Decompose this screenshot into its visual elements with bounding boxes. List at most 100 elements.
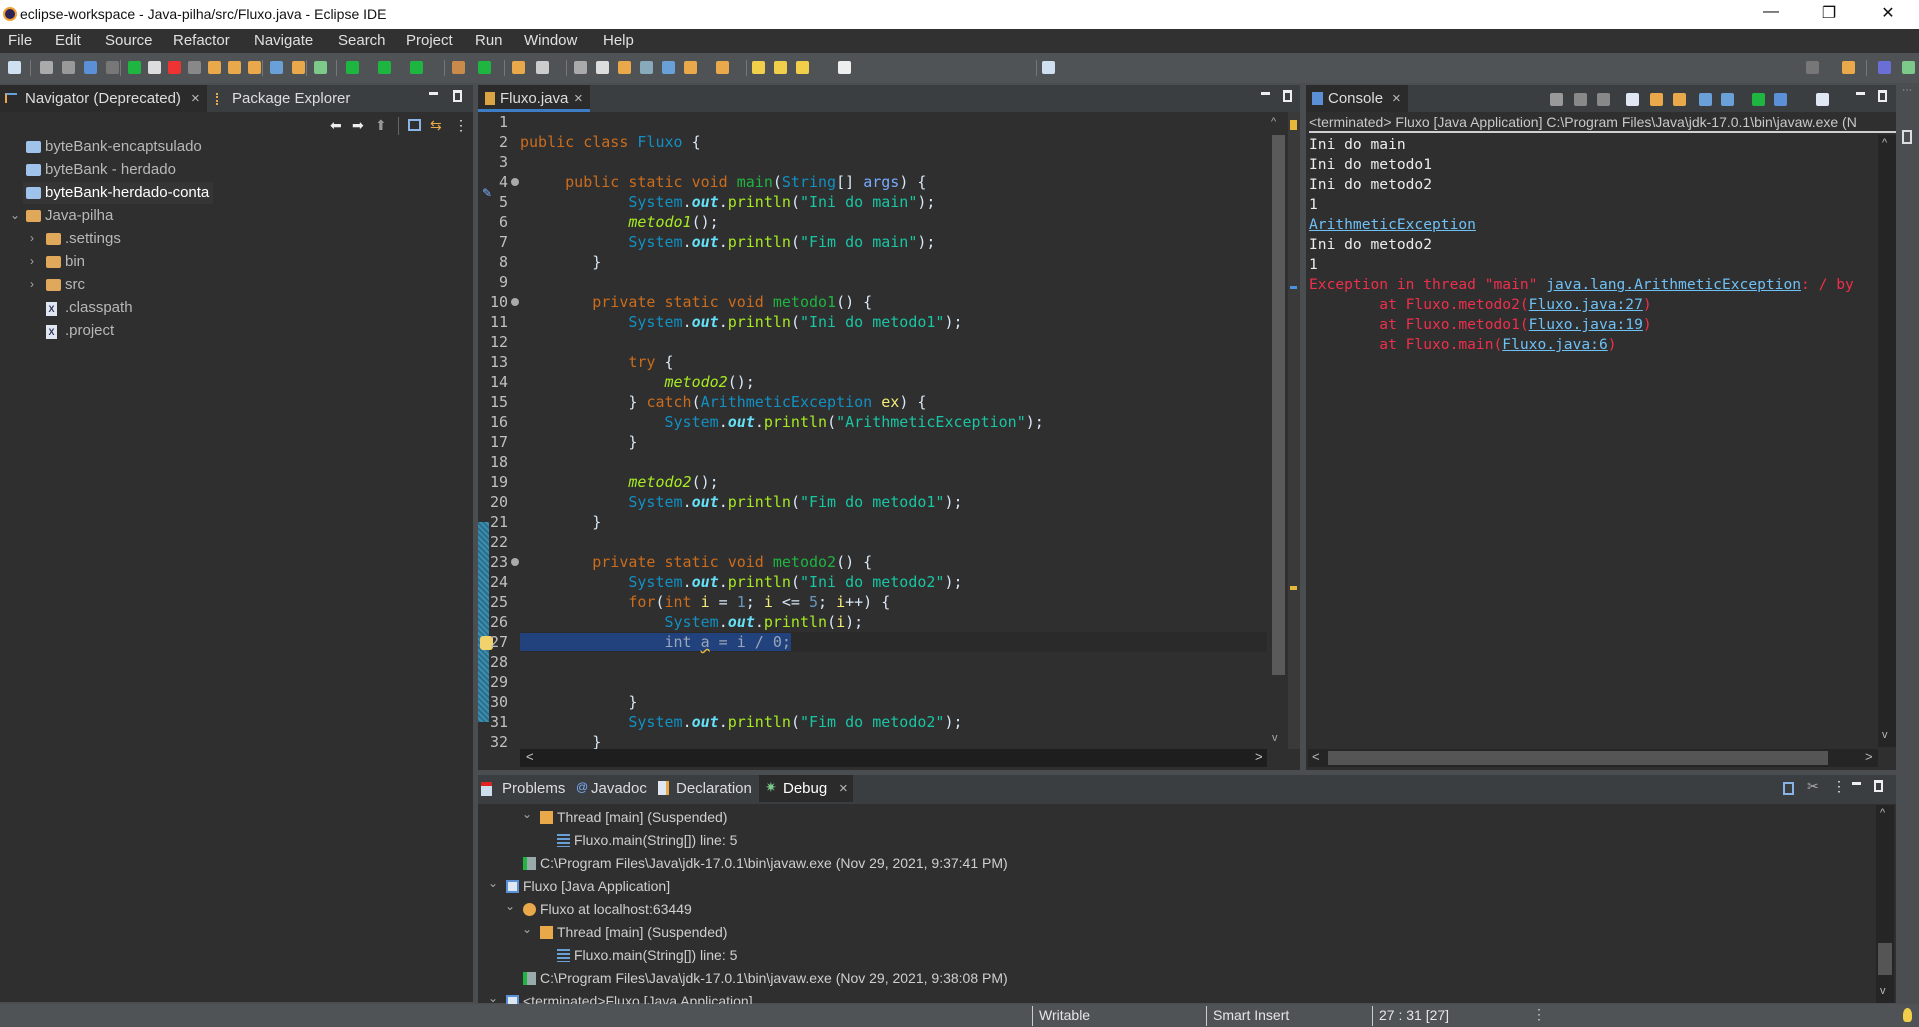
code-line[interactable]: System.out.println("Fim do main"); [520, 232, 1267, 252]
run-icon[interactable] [346, 61, 359, 74]
close-tab-icon[interactable]: × [574, 90, 583, 107]
scroll-down-icon[interactable]: v [1272, 732, 1278, 744]
breakpoint-marker[interactable] [1290, 286, 1297, 289]
console-line[interactable]: Ini do metodo2 [1309, 175, 1432, 195]
step-return-icon[interactable] [248, 61, 261, 74]
console-line[interactable]: at Fluxo.main(Fluxo.java:6) [1309, 335, 1616, 355]
code-line[interactable]: metodo2(); [520, 472, 1267, 492]
tab-javadoc[interactable]: @ Javadoc [573, 775, 653, 802]
code-line[interactable]: System.out.println("Ini do main"); [520, 192, 1267, 212]
chevron-right-icon[interactable]: › [30, 277, 34, 291]
code-line[interactable]: private static void metodo1() { [520, 292, 1267, 312]
link-with-editor-icon[interactable]: ⇆ [430, 117, 442, 134]
menu-source[interactable]: Source [105, 32, 153, 49]
scroll-up-icon[interactable]: ^ [1882, 137, 1887, 149]
toggle-highlight-icon[interactable] [596, 61, 609, 74]
maximize-editor-icon[interactable] [1283, 90, 1292, 102]
scroll-lock-icon[interactable] [1626, 93, 1639, 106]
new-java-class-icon[interactable] [478, 61, 491, 74]
debug-tree-row[interactable]: C:\Program Files\Java\jdk-17.0.1\bin\jav… [478, 852, 1868, 875]
pin-console-icon[interactable] [1752, 93, 1765, 106]
scroll-up-icon[interactable]: ^ [1271, 116, 1276, 128]
code-line[interactable]: private static void metodo2() { [520, 552, 1267, 572]
scroll-right-icon[interactable]: > [1865, 749, 1873, 764]
display-console-icon[interactable] [1774, 93, 1787, 106]
nav-item[interactable]: byteBank-herdado-conta [0, 182, 473, 204]
scroll-left-icon[interactable]: < [526, 749, 534, 764]
minimize-view-icon[interactable] [1852, 782, 1861, 785]
view-menu-icon[interactable]: ⋮ [1832, 778, 1846, 795]
menu-help[interactable]: Help [603, 32, 634, 49]
terminate-icon[interactable] [168, 61, 181, 74]
tab-console[interactable]: Console × [1306, 85, 1408, 112]
code-line[interactable]: metodo1(); [520, 212, 1267, 232]
code-area[interactable]: ✎ 1 2 public class Fluxo {3 4 public static… [478, 112, 1267, 749]
debug-tree-row[interactable]: ⌄ Thread [main] (Suspended) [478, 806, 1868, 829]
console-line[interactable]: Ini do metodo2 [1309, 235, 1432, 255]
chevron-down-icon[interactable]: ⌄ [505, 895, 515, 918]
tab-fluxo-java[interactable]: Fluxo.java × [478, 85, 590, 112]
console-line[interactable]: 1 [1309, 255, 1318, 275]
code-line[interactable] [520, 272, 1267, 292]
console-output[interactable]: Ini do main Ini do metodo1 Ini do metodo2 1… [1306, 135, 1876, 745]
back-icon[interactable]: ⬅ [330, 117, 342, 134]
console-line[interactable]: ArithmeticException [1309, 215, 1476, 235]
close-tab-icon[interactable]: × [839, 780, 848, 797]
remove-all-terminated-icon[interactable]: ✂ [1807, 778, 1819, 795]
console-horizontal-scrollbar[interactable]: < > [1308, 749, 1878, 767]
code-line[interactable]: System.out.println("Ini do metodo1"); [520, 312, 1267, 332]
minimize-button[interactable]: — [1756, 3, 1786, 25]
nav-item[interactable]: › bin [0, 251, 473, 273]
word-wrap-icon[interactable] [1650, 93, 1663, 106]
console-link[interactable]: java.lang.ArithmeticException [1546, 276, 1801, 293]
save-all-icon[interactable] [62, 61, 75, 74]
console-link[interactable]: ArithmeticException [1309, 216, 1476, 233]
up-icon[interactable]: ⬆ [375, 117, 387, 134]
code-line[interactable]: } [520, 252, 1267, 272]
save-icon[interactable] [40, 61, 53, 74]
nav-item[interactable]: › src [0, 274, 473, 296]
last-edit-icon[interactable] [752, 61, 765, 74]
code-line[interactable]: } [520, 432, 1267, 452]
console-link[interactable]: Fluxo.java:27 [1529, 296, 1643, 313]
debug-tree-row[interactable]: Fluxo.main(String[]) line: 5 [478, 829, 1868, 852]
toggle-mark-occurrences-icon[interactable] [574, 61, 587, 74]
scrollbar-thumb[interactable] [1328, 751, 1828, 765]
code-line[interactable] [520, 532, 1267, 552]
prev-annotation-icon[interactable] [716, 61, 729, 74]
debug-tree-row[interactable]: C:\Program Files\Java\jdk-17.0.1\bin\jav… [478, 967, 1868, 990]
collapse-all-icon[interactable] [408, 119, 421, 131]
code-line[interactable]: System.out.println("ArithmeticException"… [520, 412, 1267, 432]
open-console-icon[interactable] [1816, 93, 1829, 106]
chevron-right-icon[interactable]: › [30, 254, 34, 268]
close-tab-icon[interactable]: × [191, 90, 200, 107]
nav-item[interactable]: › .settings [0, 228, 473, 250]
close-button[interactable]: ✕ [1873, 3, 1903, 25]
menu-navigate[interactable]: Navigate [254, 32, 313, 49]
status-cursor-position[interactable]: 27 : 31 [27] [1379, 1007, 1449, 1023]
debug-vertical-scrollbar[interactable]: ^ v [1876, 805, 1894, 1003]
terminate-icon[interactable] [1574, 93, 1587, 106]
menu-run[interactable]: Run [475, 32, 503, 49]
code-line[interactable] [520, 332, 1267, 352]
console-line[interactable]: Exception in thread "main" java.lang.Ari… [1309, 275, 1854, 295]
code-line[interactable]: public class Fluxo { [520, 132, 1267, 152]
tab-problems[interactable]: Problems [478, 775, 568, 802]
menu-window[interactable]: Window [524, 32, 577, 49]
block-selection-icon[interactable] [618, 61, 631, 74]
debug-tree-row[interactable]: ⌄ Thread [main] (Suspended) [478, 921, 1868, 944]
lightbulb-icon[interactable] [1903, 1008, 1912, 1022]
warning-marker[interactable] [1290, 586, 1297, 590]
show-on-stderr-icon[interactable] [1721, 93, 1734, 106]
fold-icon[interactable] [511, 298, 519, 306]
resume-icon[interactable] [128, 61, 141, 74]
scroll-right-icon[interactable]: > [1255, 749, 1263, 764]
step-into-icon[interactable] [208, 61, 221, 74]
menu-search[interactable]: Search [338, 32, 386, 49]
console-line[interactable]: Ini do main [1309, 135, 1406, 155]
code-line[interactable]: } [520, 512, 1267, 532]
restore-icon[interactable] [1902, 130, 1912, 144]
debug-tree-row[interactable]: ⌄ Fluxo at localhost:63449 [478, 898, 1868, 921]
nav-item[interactable]: X .project [0, 320, 473, 342]
nav-item[interactable]: ⌄ Java-pilha [0, 205, 473, 227]
